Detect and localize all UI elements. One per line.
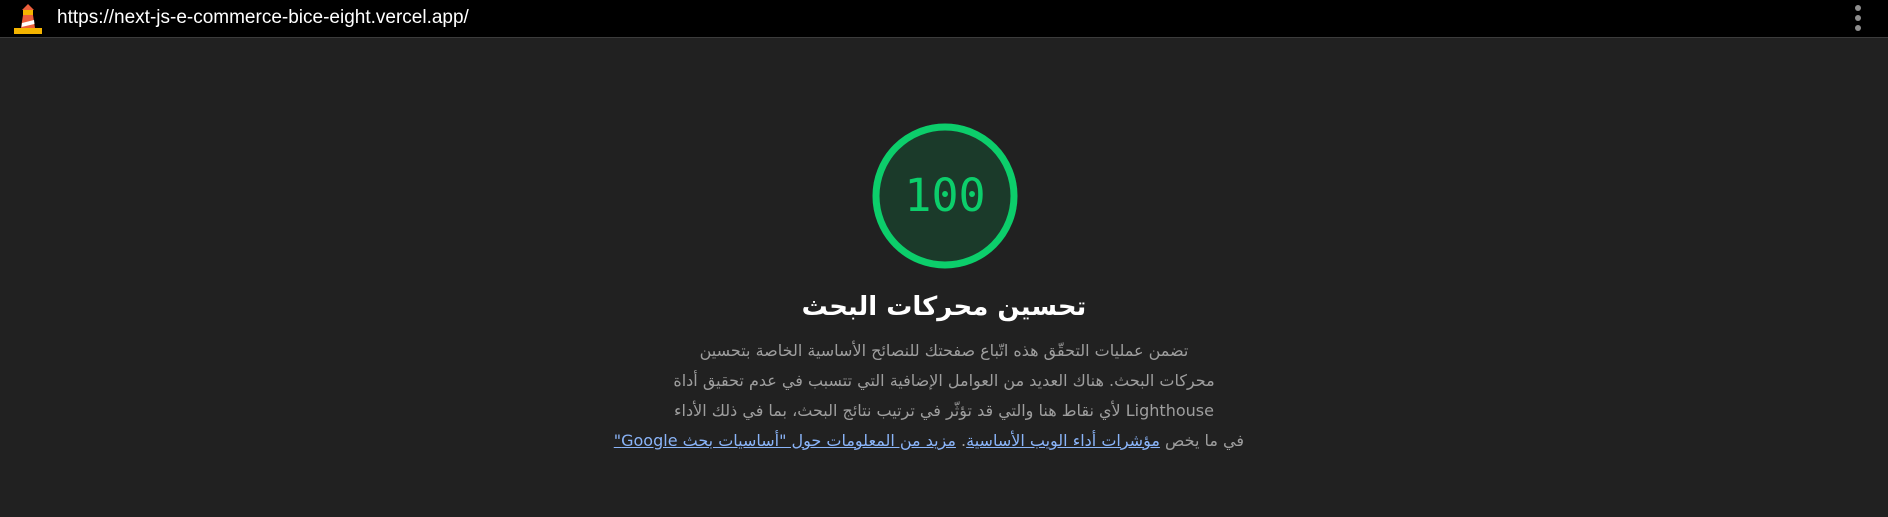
description-line-2: محركات البحث. هناك العديد من العوامل الإ…	[673, 371, 1215, 390]
top-bar: https://next-js-e-commerce-bice-eight.ve…	[0, 0, 1888, 38]
description-line-3: Lighthouse لأي نقاط هنا والتي قد تؤثّر ف…	[674, 401, 1214, 420]
description-line-4: في ما يخص مؤشرات أداء الويب الأساسية. مز…	[614, 426, 1244, 456]
category-title: تحسين محركات البحث	[801, 292, 1087, 322]
category-description: تضمن عمليات التحقّق هذه اتّباع صفحتك للن…	[614, 336, 1244, 456]
page-url: https://next-js-e-commerce-bice-eight.ve…	[57, 7, 469, 28]
score-value: 100	[904, 169, 986, 222]
description-line-1: تضمن عمليات التحقّق هذه اتّباع صفحتك للن…	[699, 341, 1189, 360]
vertical-dots-menu-icon[interactable]	[1847, 3, 1869, 33]
core-web-vitals-link[interactable]: مؤشرات أداء الويب الأساسية	[966, 431, 1160, 450]
learn-more-google-search-link[interactable]: مزيد من المعلومات حول "أساسيات بحث Googl…	[614, 431, 956, 450]
lighthouse-icon	[14, 4, 42, 34]
description-line-4-prefix: في ما يخص	[1165, 431, 1244, 450]
